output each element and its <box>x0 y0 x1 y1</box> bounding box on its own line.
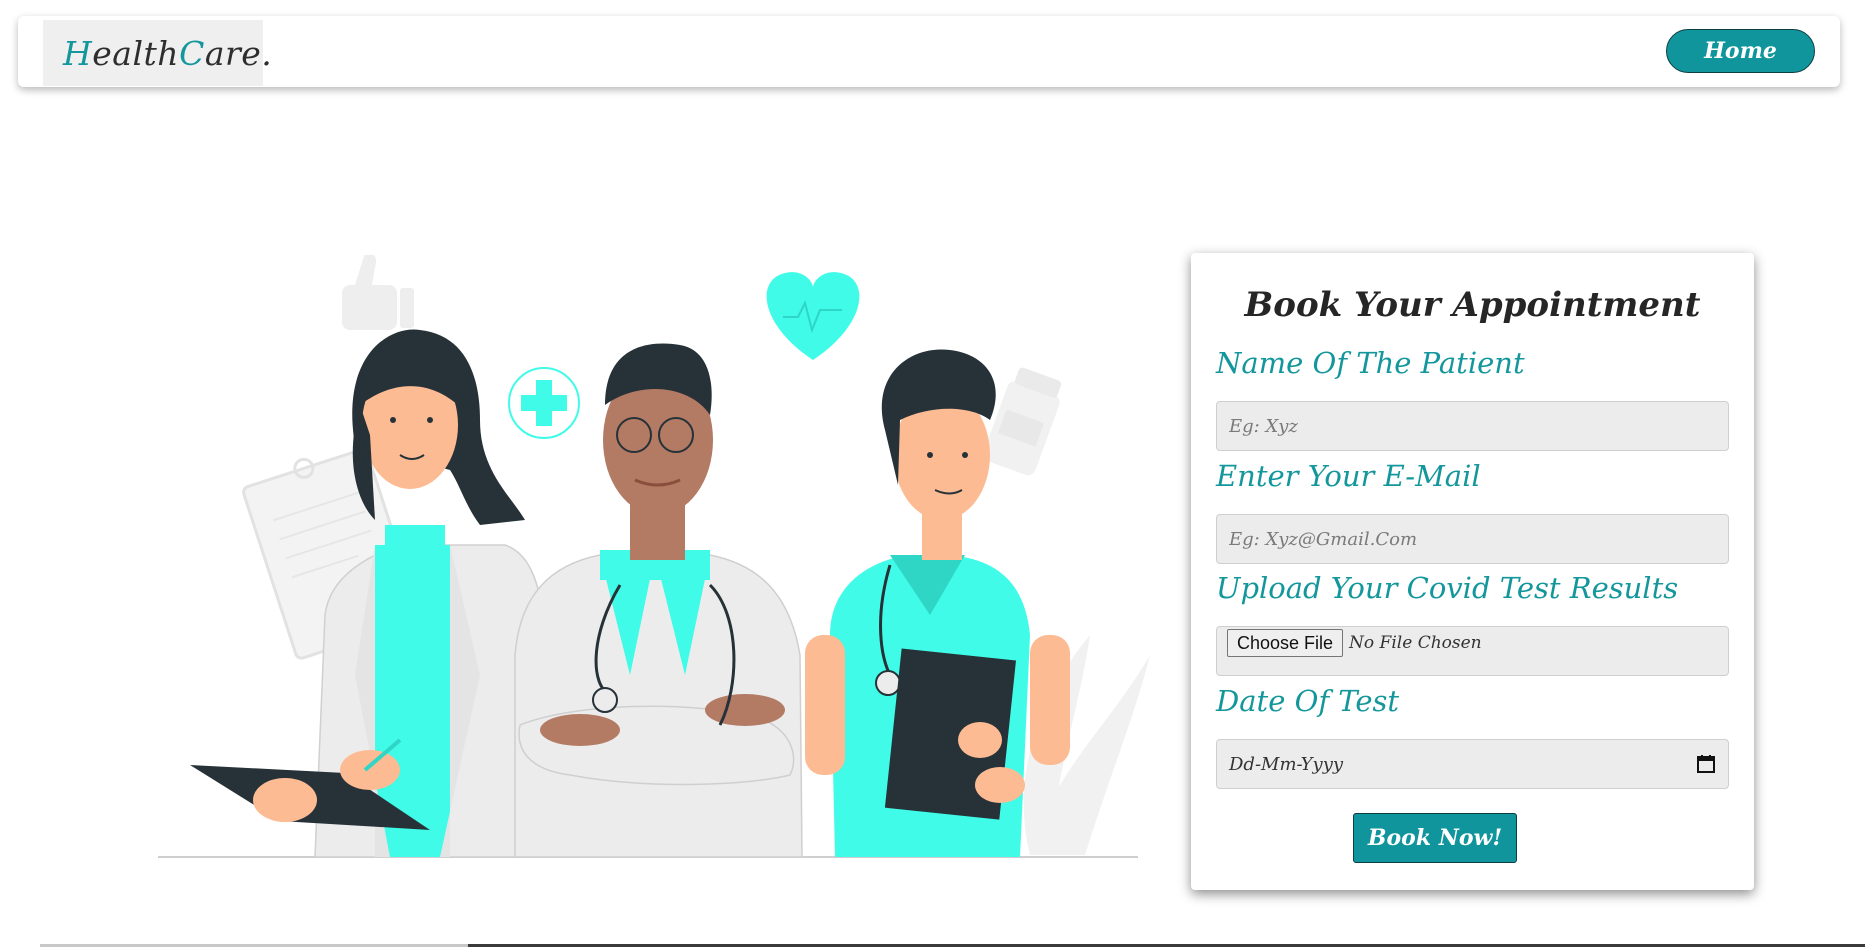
female-doctor <box>190 329 561 858</box>
patient-name-input[interactable] <box>1216 401 1729 451</box>
navbar: Health Care. Home <box>18 16 1840 87</box>
logo-text-ealth: ealth <box>92 33 180 73</box>
file-status-text: No File Chosen <box>1349 633 1482 653</box>
date-placeholder: Dd-Mm-Yyyy <box>1229 753 1344 775</box>
date-input[interactable]: Dd-Mm-Yyyy <box>1216 739 1729 789</box>
home-button[interactable]: Home <box>1666 29 1815 73</box>
logo-letter-c: C <box>179 33 205 73</box>
file-upload-field[interactable]: Choose File No File Chosen <box>1216 626 1729 676</box>
heart-icon <box>766 272 860 360</box>
patient-name-label: Name Of The Patient <box>1216 346 1525 380</box>
email-label: Enter Your E-Mail <box>1216 459 1481 493</box>
medicine-bottle-icon <box>983 367 1062 476</box>
logo-letter-h: H <box>63 33 93 73</box>
logo-text-are: are. <box>204 33 273 73</box>
appointment-form-card: Book Your Appointment Name Of The Patien… <box>1191 253 1754 890</box>
choose-file-button[interactable]: Choose File <box>1227 629 1344 657</box>
thumbs-up-icon <box>342 255 414 330</box>
plus-icon <box>508 367 580 439</box>
date-label: Date Of Test <box>1216 684 1400 718</box>
book-now-button[interactable]: Book Now! <box>1353 813 1517 863</box>
male-doctor-center <box>514 343 803 858</box>
brand-logo[interactable]: Health Care. <box>43 20 272 86</box>
email-input[interactable] <box>1216 514 1729 564</box>
calendar-icon[interactable] <box>1696 754 1716 774</box>
upload-label: Upload Your Covid Test Results <box>1216 571 1679 605</box>
form-title: Book Your Appointment <box>1244 285 1701 325</box>
doctors-illustration <box>158 255 1150 858</box>
